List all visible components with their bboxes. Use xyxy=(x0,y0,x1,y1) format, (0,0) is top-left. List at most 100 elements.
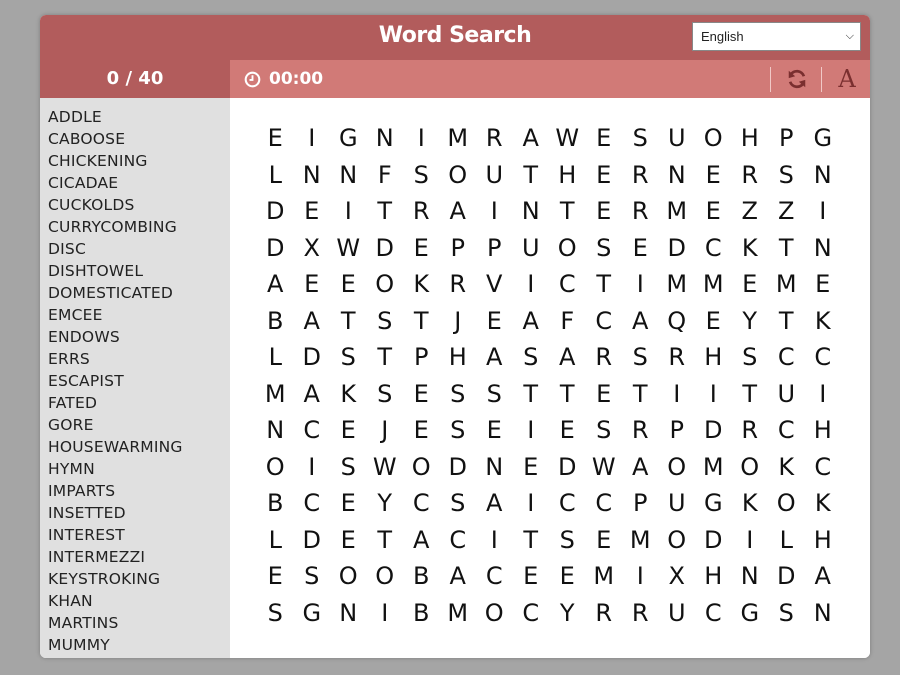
grid-cell[interactable]: N xyxy=(659,157,696,194)
grid-cell[interactable]: T xyxy=(367,193,404,230)
grid-cell[interactable]: O xyxy=(732,449,769,486)
grid-cell[interactable]: I xyxy=(622,558,659,595)
grid-cell[interactable]: R xyxy=(732,157,769,194)
grid-cell[interactable]: C xyxy=(805,449,842,486)
grid-cell[interactable]: A xyxy=(294,303,331,340)
grid-cell[interactable]: P xyxy=(768,120,805,157)
grid-cell[interactable]: L xyxy=(257,339,294,376)
grid-cell[interactable]: D xyxy=(257,230,294,267)
grid-cell[interactable]: I xyxy=(403,120,440,157)
grid-cell[interactable]: N xyxy=(732,558,769,595)
grid-cell[interactable]: S xyxy=(294,558,331,595)
grid-cell[interactable]: S xyxy=(622,339,659,376)
grid-cell[interactable]: P xyxy=(440,230,477,267)
grid-cell[interactable]: E xyxy=(586,193,623,230)
grid-cell[interactable]: A xyxy=(257,266,294,303)
grid-cell[interactable]: J xyxy=(440,303,477,340)
grid-cell[interactable]: X xyxy=(294,230,331,267)
grid-cell[interactable]: T xyxy=(513,376,550,413)
grid-cell[interactable]: M xyxy=(768,266,805,303)
grid-cell[interactable]: D xyxy=(695,412,732,449)
grid-cell[interactable]: X xyxy=(659,558,696,595)
grid-cell[interactable]: O xyxy=(440,157,477,194)
grid-cell[interactable]: Q xyxy=(659,303,696,340)
grid-cell[interactable]: E xyxy=(476,412,513,449)
grid-cell[interactable]: N xyxy=(330,595,367,632)
grid-cell[interactable]: S xyxy=(257,595,294,632)
grid-cell[interactable]: H xyxy=(805,522,842,559)
grid-cell[interactable]: W xyxy=(367,449,404,486)
grid-cell[interactable]: Y xyxy=(732,303,769,340)
grid-cell[interactable]: T xyxy=(513,157,550,194)
grid-cell[interactable]: S xyxy=(367,376,404,413)
grid-cell[interactable]: R xyxy=(659,339,696,376)
grid-cell[interactable]: Y xyxy=(549,595,586,632)
grid-cell[interactable]: A xyxy=(549,339,586,376)
language-select[interactable]: English ⌵ xyxy=(692,22,861,51)
grid-cell[interactable]: R xyxy=(622,193,659,230)
grid-cell[interactable]: C xyxy=(549,266,586,303)
grid-cell[interactable]: S xyxy=(732,339,769,376)
grid-cell[interactable]: S xyxy=(330,449,367,486)
grid-cell[interactable]: E xyxy=(330,522,367,559)
grid-cell[interactable]: K xyxy=(768,449,805,486)
grid-cell[interactable]: W xyxy=(586,449,623,486)
grid-cell[interactable]: M xyxy=(695,266,732,303)
grid-cell[interactable]: S xyxy=(403,157,440,194)
grid-cell[interactable]: T xyxy=(768,230,805,267)
grid-cell[interactable]: I xyxy=(513,266,550,303)
refresh-button[interactable] xyxy=(782,60,812,98)
grid-cell[interactable]: C xyxy=(805,339,842,376)
grid-cell[interactable]: A xyxy=(294,376,331,413)
grid-cell[interactable]: M xyxy=(257,376,294,413)
grid-cell[interactable]: C xyxy=(586,485,623,522)
grid-cell[interactable]: C xyxy=(695,595,732,632)
grid-cell[interactable]: I xyxy=(732,522,769,559)
grid-cell[interactable]: H xyxy=(732,120,769,157)
grid-cell[interactable]: M xyxy=(695,449,732,486)
grid-cell[interactable]: M xyxy=(622,522,659,559)
grid-cell[interactable]: B xyxy=(257,303,294,340)
grid-cell[interactable]: C xyxy=(768,412,805,449)
grid-cell[interactable]: T xyxy=(622,376,659,413)
grid-cell[interactable]: E xyxy=(695,157,732,194)
grid-cell[interactable]: S xyxy=(440,376,477,413)
grid-cell[interactable]: C xyxy=(586,303,623,340)
grid-cell[interactable]: U xyxy=(659,485,696,522)
grid-cell[interactable]: N xyxy=(330,157,367,194)
grid-cell[interactable]: N xyxy=(805,230,842,267)
grid-cell[interactable]: I xyxy=(294,120,331,157)
grid-cell[interactable]: B xyxy=(403,595,440,632)
grid-cell[interactable]: I xyxy=(367,595,404,632)
grid-cell[interactable]: F xyxy=(549,303,586,340)
grid-cell[interactable]: G xyxy=(330,120,367,157)
grid-cell[interactable]: A xyxy=(403,522,440,559)
grid-cell[interactable]: D xyxy=(367,230,404,267)
grid-cell[interactable]: S xyxy=(440,412,477,449)
grid-cell[interactable]: K xyxy=(805,303,842,340)
grid-cell[interactable]: A xyxy=(476,339,513,376)
grid-cell[interactable]: N xyxy=(257,412,294,449)
grid-cell[interactable]: Z xyxy=(768,193,805,230)
grid-cell[interactable]: D xyxy=(659,230,696,267)
grid-cell[interactable]: R xyxy=(586,595,623,632)
grid-cell[interactable]: E xyxy=(513,558,550,595)
grid-cell[interactable]: G xyxy=(294,595,331,632)
grid-cell[interactable]: E xyxy=(549,558,586,595)
grid-cell[interactable]: S xyxy=(440,485,477,522)
grid-cell[interactable]: E xyxy=(330,266,367,303)
grid-cell[interactable]: C xyxy=(403,485,440,522)
grid-cell[interactable]: O xyxy=(367,266,404,303)
grid-cell[interactable]: R xyxy=(622,412,659,449)
grid-cell[interactable]: I xyxy=(294,449,331,486)
grid-cell[interactable]: E xyxy=(257,558,294,595)
grid-cell[interactable]: U xyxy=(659,595,696,632)
grid-cell[interactable]: E xyxy=(294,193,331,230)
grid-cell[interactable]: R xyxy=(476,120,513,157)
grid-cell[interactable]: T xyxy=(367,339,404,376)
grid-cell[interactable]: M xyxy=(440,595,477,632)
grid-cell[interactable]: M xyxy=(659,193,696,230)
grid-cell[interactable]: O xyxy=(695,120,732,157)
grid-cell[interactable]: E xyxy=(805,266,842,303)
grid-cell[interactable]: S xyxy=(622,120,659,157)
